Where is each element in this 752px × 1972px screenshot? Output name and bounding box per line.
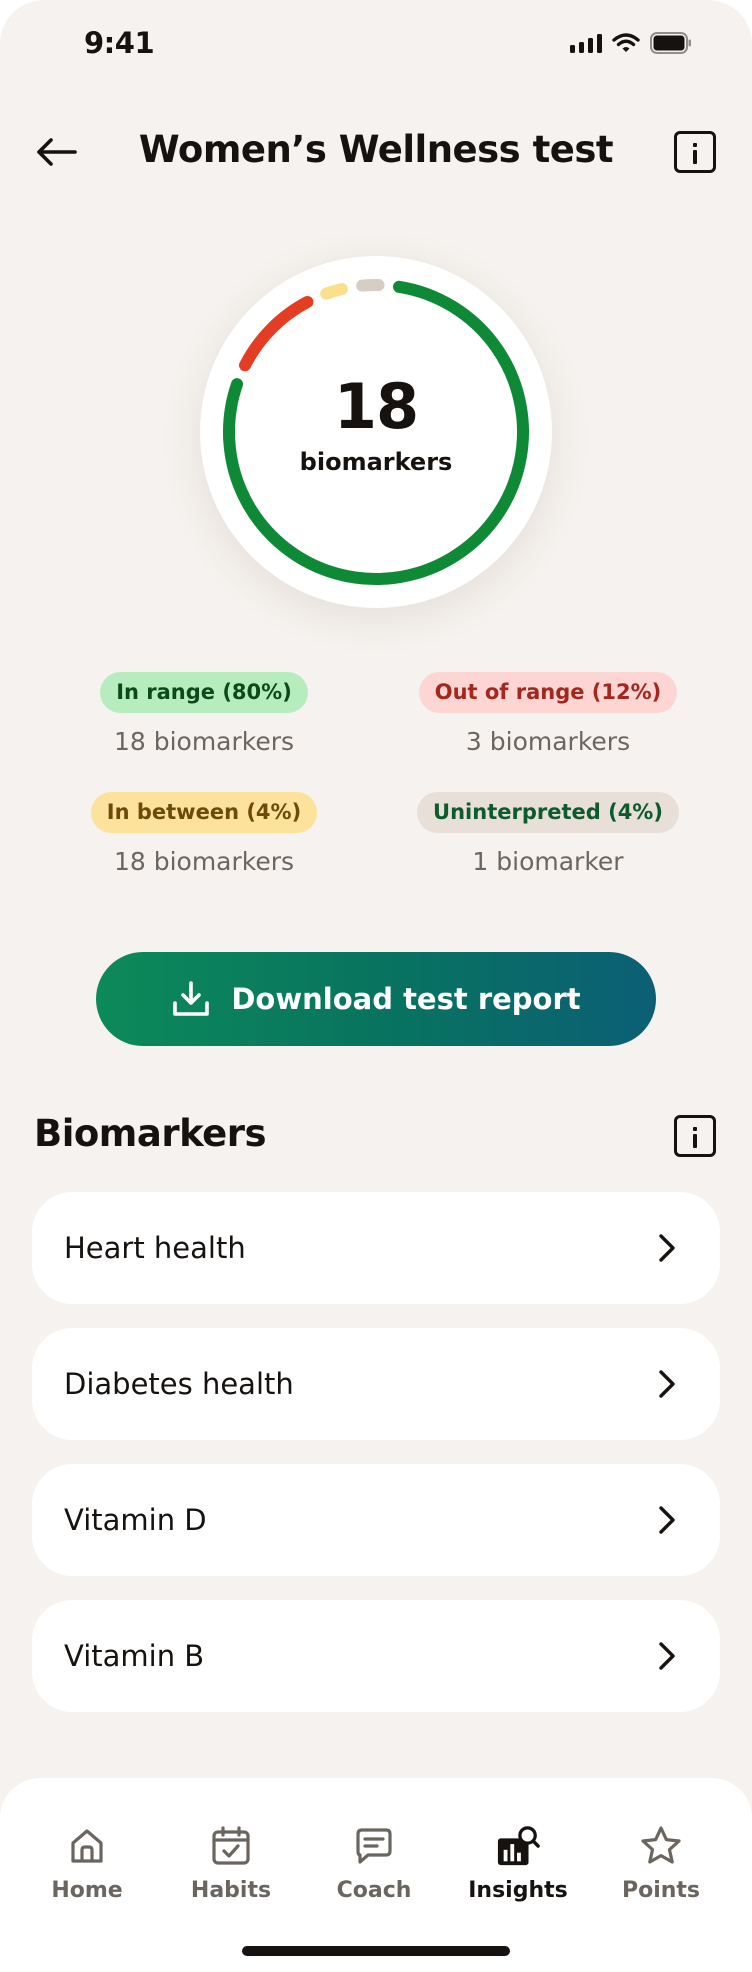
status-icons: [570, 32, 692, 54]
legend-pill: Out of range (12%): [418, 672, 678, 714]
insights-chart-icon: [497, 1826, 540, 1866]
tab-label: Habits: [190, 1878, 272, 1903]
tab-home[interactable]: Home: [15, 1824, 159, 1903]
legend-count: 18 biomarkers: [113, 727, 295, 757]
legend-count: 18 biomarkers: [113, 847, 295, 877]
legend-pill: In between (4%): [90, 792, 318, 834]
legend-count: 3 biomarkers: [465, 727, 631, 757]
biomarker-item-label: Vitamin D: [64, 1503, 207, 1537]
bottom-tab-bar: Home Habits Coach Insights Points: [0, 1778, 752, 1972]
biomarkers-heading: Biomarkers: [34, 1112, 267, 1155]
biomarker-item-label: Vitamin B: [64, 1639, 205, 1673]
home-icon: [71, 1829, 103, 1863]
tab-label: Insights: [468, 1878, 568, 1903]
biomarker-item-vitamin-d[interactable]: Vitamin D: [32, 1464, 720, 1576]
ring-segment-uninterpreted: [356, 279, 385, 292]
wifi-icon: [612, 33, 640, 52]
legend-in-between: In between (4%) 18 biomarkers: [54, 792, 354, 876]
chevron-right-icon: [659, 1642, 675, 1670]
tab-label: Home: [51, 1878, 123, 1903]
phone-screen: 9:41 Women’s Wellness test 18 biomarkers: [0, 0, 752, 1972]
legend-in-range: In range (80%) 18 biomarkers: [54, 672, 354, 756]
biomarker-count: 18: [333, 370, 419, 443]
info-icon: [693, 1127, 697, 1131]
biomarker-summary-ring: 18 biomarkers: [200, 256, 552, 608]
chat-icon: [356, 1828, 392, 1864]
tab-habits[interactable]: Habits: [159, 1824, 303, 1903]
biomarker-item-heart-health[interactable]: Heart health: [32, 1192, 720, 1304]
tab-label: Points: [621, 1878, 701, 1903]
legend-pill: In range (80%): [100, 672, 308, 714]
star-icon: [641, 1826, 681, 1864]
home-indicator: [242, 1946, 510, 1956]
biomarker-item-label: Heart health: [64, 1231, 246, 1265]
biomarker-item-diabetes-health[interactable]: Diabetes health: [32, 1328, 720, 1440]
calendar-check-icon: [212, 1826, 250, 1865]
ring-segment-out-of-range: [239, 295, 314, 372]
page-title: Women’s Wellness test: [138, 128, 614, 171]
tab-coach[interactable]: Coach: [302, 1824, 446, 1903]
download-icon: [173, 981, 210, 1016]
legend-count: 1 biomarker: [472, 847, 624, 877]
ring-segment-in-between: [320, 283, 348, 300]
status-time: 9:41: [84, 26, 155, 60]
download-report-button[interactable]: Download test report: [96, 952, 656, 1046]
header-info-button[interactable]: [674, 131, 716, 173]
legend-pill: Uninterpreted (4%): [417, 792, 679, 834]
biomarker-list: Heart health Diabetes health Vitamin D V…: [32, 1192, 720, 1736]
biomarker-count-label: biomarkers: [299, 448, 453, 476]
info-icon: [693, 143, 697, 147]
tab-points[interactable]: Points: [589, 1824, 733, 1903]
tab-insights[interactable]: Insights: [446, 1824, 590, 1903]
chevron-right-icon: [659, 1506, 675, 1534]
legend-out-of-range: Out of range (12%) 3 biomarkers: [398, 672, 698, 756]
chevron-right-icon: [659, 1234, 675, 1262]
cellular-signal-icon: [570, 33, 602, 53]
download-report-label: Download test report: [231, 982, 581, 1016]
biomarkers-info-button[interactable]: [674, 1115, 716, 1157]
tab-label: Coach: [336, 1878, 412, 1903]
legend-uninterpreted: Uninterpreted (4%) 1 biomarker: [398, 792, 698, 876]
battery-icon: [650, 32, 691, 54]
chevron-right-icon: [659, 1370, 675, 1398]
biomarker-item-label: Diabetes health: [64, 1367, 294, 1401]
biomarker-item-vitamin-b[interactable]: Vitamin B: [32, 1600, 720, 1712]
